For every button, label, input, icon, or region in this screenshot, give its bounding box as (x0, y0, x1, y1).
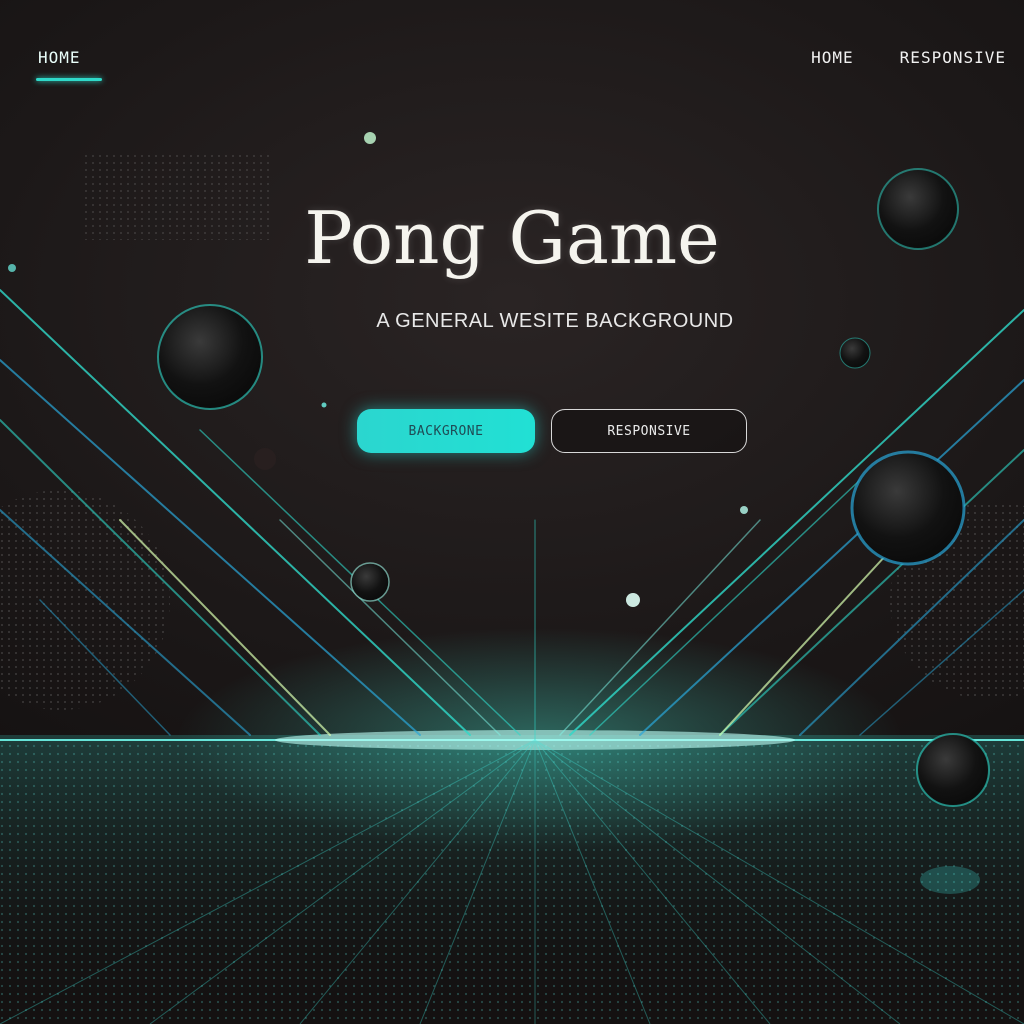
primary-button[interactable]: BACKGRONE (357, 409, 535, 453)
nav-responsive-link[interactable]: RESPONSIVE (900, 48, 1006, 67)
responsive-button[interactable]: RESPONSIVE (551, 409, 747, 453)
nav-right: HOME RESPONSIVE (811, 48, 1006, 67)
background-graphic (0, 132, 1024, 1024)
page-title: Pong Game (304, 196, 720, 280)
page-subtitle: A GENERAL WESITE BACKGROUND (376, 310, 734, 332)
nav-active-underline (36, 78, 102, 81)
nav-home-left-link[interactable]: HOME (38, 48, 81, 67)
nav-home-link[interactable]: HOME (811, 48, 854, 67)
page: HOME HOME RESPONSIVE Pong Game A GENERAL… (0, 0, 1024, 1024)
